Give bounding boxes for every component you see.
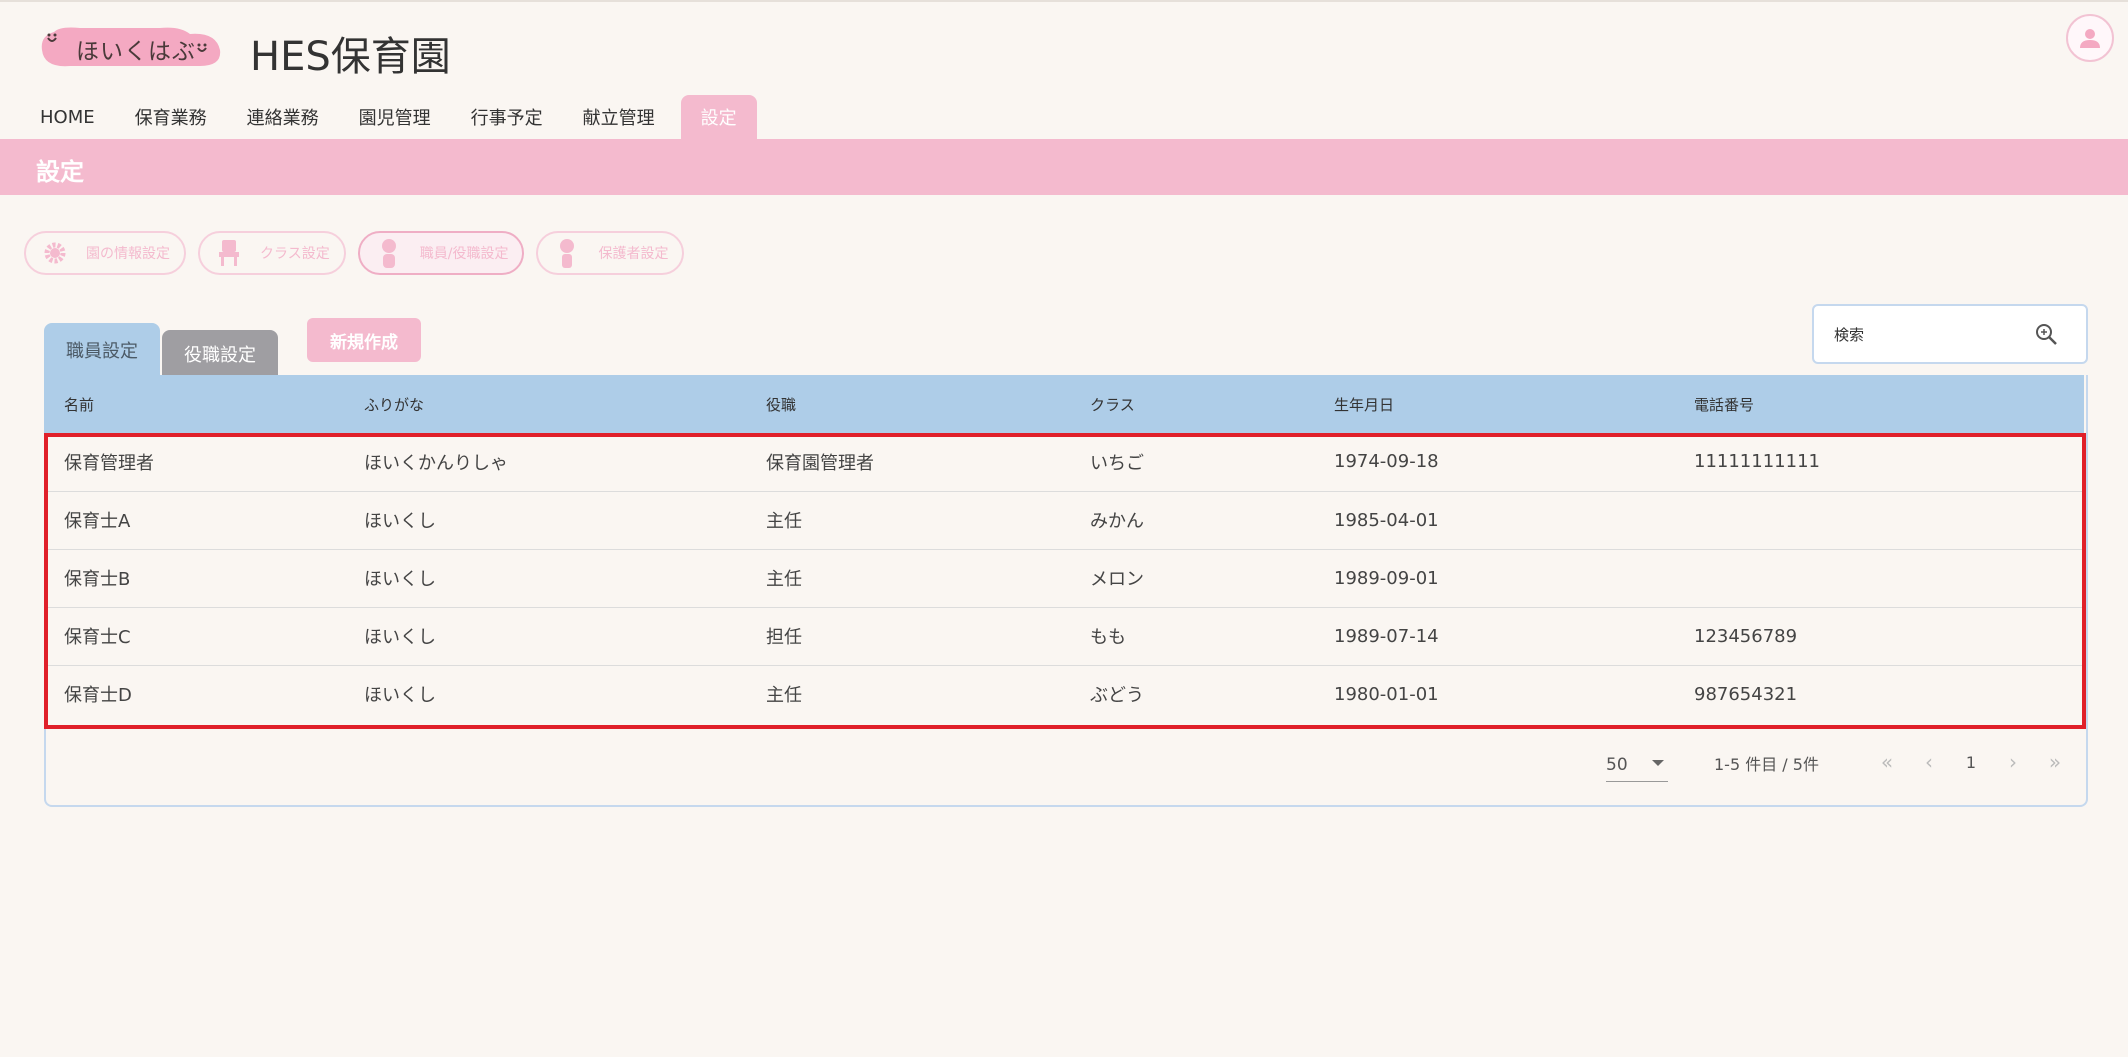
gear-icon xyxy=(40,238,70,268)
cell-phone: 987654321 xyxy=(1694,683,1798,705)
table-row[interactable]: 保育士A ほいくし 主任 みかん 1985-04-01 xyxy=(44,491,2084,550)
cell-birthdate: 1974-09-18 xyxy=(1314,433,1674,492)
cell-role: 主任 xyxy=(766,685,802,707)
submenu-label: 保護者設定 xyxy=(598,246,669,262)
cell-class: メロン xyxy=(1070,549,1314,608)
submenu-school-info[interactable]: 園の情報設定 xyxy=(24,231,186,275)
section-header: 設定 xyxy=(0,139,2128,195)
cell-furigana: ほいくし xyxy=(344,491,746,550)
nav-item-contact[interactable]: 連絡業務 xyxy=(233,95,333,139)
last-page-icon[interactable]: » xyxy=(2039,747,2071,777)
cell-name: 保育管理者 xyxy=(44,433,344,492)
user-icon xyxy=(2080,29,2100,48)
guardian-icon xyxy=(552,238,582,268)
cell-birthdate: 1980-01-01 xyxy=(1334,683,1439,705)
first-page-icon[interactable]: « xyxy=(1871,747,1903,777)
search-input[interactable] xyxy=(1834,322,2034,348)
nav-item-children[interactable]: 園児管理 xyxy=(345,95,445,139)
submenu-staff-role[interactable]: 職員/役職設定 xyxy=(357,231,525,275)
nav-item-events[interactable]: 行事予定 xyxy=(457,95,557,139)
logo-text: ほいくはぶ xyxy=(76,39,196,65)
cell-birthdate: 1989-07-14 xyxy=(1314,607,1674,666)
column-header-phone[interactable]: 電話番号 xyxy=(1674,375,2084,433)
column-header-furigana[interactable]: ふりがな xyxy=(344,375,746,433)
rows-per-page-select[interactable]: 50 xyxy=(1606,748,1668,782)
nav-item-menu[interactable]: 献立管理 xyxy=(569,95,669,139)
chevron-down-icon xyxy=(1652,760,1664,766)
zoom-search-icon[interactable] xyxy=(2034,322,2058,350)
site-title: HES保育園 xyxy=(250,34,451,80)
new-create-button[interactable]: 新規作成 xyxy=(307,318,421,362)
section-title: 設定 xyxy=(36,158,84,186)
pager: « ‹ 1 › » xyxy=(1866,747,2076,777)
tab-role-settings[interactable]: 役職設定 xyxy=(162,330,278,377)
cell-birthdate: 1985-04-01 xyxy=(1314,491,1674,550)
table-row[interactable]: 保育士D ほいくし 主任 ぶどう 1980-01-01 987654321 xyxy=(44,665,2084,723)
column-header-role[interactable]: 役職 xyxy=(746,375,1070,433)
main-nav: HOME 保育業務 連絡業務 園児管理 行事予定 献立管理 設定 xyxy=(26,95,769,139)
cell-furigana: ほいくし xyxy=(344,607,746,666)
chair-icon xyxy=(214,238,244,268)
rows-per-page-value: 50 xyxy=(1606,754,1628,775)
column-header-birthdate[interactable]: 生年月日 xyxy=(1314,375,1674,433)
settings-submenu: 園の情報設定 クラス設定 職員/役職設定 保護者設定 xyxy=(24,231,696,275)
cell-birthdate: 1989-09-01 xyxy=(1314,549,1674,608)
cell-class: みかん xyxy=(1070,491,1314,550)
submenu-class[interactable]: クラス設定 xyxy=(198,231,346,275)
cell-class: ぶどう xyxy=(1090,685,1144,707)
pagination-range: 1-5 件目 / 5件 xyxy=(1714,755,1819,774)
next-page-icon[interactable]: › xyxy=(1997,747,2029,777)
cell-class: もも xyxy=(1070,607,1314,666)
submenu-label: クラス設定 xyxy=(260,246,330,262)
cell-role: 主任 xyxy=(746,491,1070,550)
nav-item-settings[interactable]: 設定 xyxy=(680,95,757,139)
cell-phone: 123456789 xyxy=(1674,607,2084,666)
table-row[interactable]: 保育士C ほいくし 担任 もも 1989-07-14 123456789 xyxy=(44,607,2084,666)
cell-phone xyxy=(1674,491,2084,550)
cell-name: 保育士D xyxy=(64,685,132,707)
cell-role: 主任 xyxy=(746,549,1070,608)
table-row[interactable]: 保育管理者 ほいくかんりしゃ 保育園管理者 いちご 1974-09-18 111… xyxy=(44,433,2084,492)
submenu-label: 職員/役職設定 xyxy=(419,246,509,262)
table-row[interactable]: 保育士B ほいくし 主任 メロン 1989-09-01 xyxy=(44,549,2084,608)
column-header-name[interactable]: 名前 xyxy=(44,375,344,433)
cell-name: 保育士B xyxy=(44,549,344,608)
submenu-guardian[interactable]: 保護者設定 xyxy=(536,231,685,275)
cell-phone: 11111111111 xyxy=(1674,433,2084,492)
nav-item-childcare[interactable]: 保育業務 xyxy=(121,95,221,139)
nav-item-home[interactable]: HOME xyxy=(26,95,109,139)
cell-name: 保育士A xyxy=(44,491,344,550)
top-divider xyxy=(0,0,2128,2)
cell-furigana: ほいくかんりしゃ xyxy=(344,433,746,492)
cell-role: 担任 xyxy=(746,607,1070,666)
cell-furigana: ほいくし xyxy=(344,549,746,608)
submenu-label: 園の情報設定 xyxy=(86,246,170,262)
current-page[interactable]: 1 xyxy=(1955,747,1987,777)
user-account-button[interactable] xyxy=(2066,14,2114,62)
staff-table: 名前 ふりがな 役職 クラス 生年月日 電話番号 保育管理者 ほいくかんりしゃ … xyxy=(44,375,2084,723)
tab-staff-settings[interactable]: 職員設定 xyxy=(44,323,160,377)
cell-role: 保育園管理者 xyxy=(746,433,1070,492)
cell-name: 保育士C xyxy=(44,607,344,666)
search-box xyxy=(1812,304,2088,364)
staff-icon xyxy=(374,238,404,268)
table-header-row: 名前 ふりがな 役職 クラス 生年月日 電話番号 xyxy=(44,375,2084,433)
cell-phone xyxy=(1674,549,2084,608)
logo[interactable]: ほいくはぶ xyxy=(40,26,222,68)
cell-class: いちご xyxy=(1070,433,1314,492)
cell-furigana: ほいくし xyxy=(364,685,436,707)
prev-page-icon[interactable]: ‹ xyxy=(1913,747,1945,777)
column-header-class[interactable]: クラス xyxy=(1070,375,1314,433)
